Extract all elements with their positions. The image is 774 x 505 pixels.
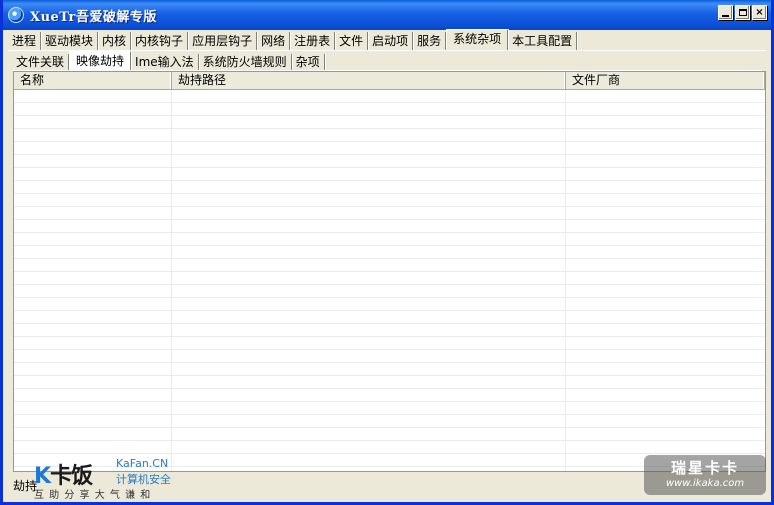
tab-registry[interactable]: 注册表 bbox=[290, 32, 336, 50]
tab-app-hooks[interactable]: 应用层钩子 bbox=[188, 32, 258, 50]
kafan-subtitle: 计算机安全 bbox=[116, 473, 171, 486]
close-icon: × bbox=[755, 7, 764, 18]
kafan-watermark: K卡饭 KaFan.CN 计算机安全 互 助 分 享 大 气 谦 和 bbox=[30, 456, 180, 501]
sub-tab-bar: 文件关联 映像劫持 Ime输入法 系统防火墙规则 杂项 bbox=[12, 51, 325, 70]
minimize-icon bbox=[722, 14, 729, 17]
column-header-name[interactable]: 名称 bbox=[14, 72, 172, 89]
tab-network[interactable]: 网络 bbox=[257, 32, 291, 50]
tab-tool-config[interactable]: 本工具配置 bbox=[508, 32, 578, 50]
app-window: XueTr吾爱破解专版 × 进程 驱动模块 内核 内核钩子 应用层钩子 网络 注… bbox=[0, 0, 774, 505]
minimize-button[interactable] bbox=[718, 5, 733, 20]
tab-system-misc[interactable]: 系统杂项 bbox=[446, 29, 509, 50]
subtab-misc[interactable]: 杂项 bbox=[292, 54, 325, 70]
title-bar[interactable]: XueTr吾爱破解专版 × bbox=[3, 0, 771, 30]
window-title: XueTr吾爱破解专版 bbox=[30, 9, 157, 25]
subtab-file-associations[interactable]: 文件关联 bbox=[12, 54, 70, 70]
ikaka-watermark: 瑞星卡卡 www.ikaka.com bbox=[644, 455, 766, 495]
subtab-ime[interactable]: Ime输入法 bbox=[131, 54, 199, 70]
column-header-hijack-path[interactable]: 劫持路径 bbox=[172, 72, 566, 89]
column-header-vendor[interactable]: 文件厂商 bbox=[566, 72, 765, 89]
main-tab-bar: 进程 驱动模块 内核 内核钩子 应用层钩子 网络 注册表 文件 启动项 服务 系… bbox=[8, 29, 578, 50]
tab-files[interactable]: 文件 bbox=[335, 32, 369, 50]
subtab-image-hijack[interactable]: 映像劫持 bbox=[69, 51, 132, 70]
column-gridline bbox=[171, 90, 172, 471]
close-button[interactable]: × bbox=[752, 5, 767, 20]
maximize-button[interactable] bbox=[735, 5, 750, 20]
tab-startup[interactable]: 启动项 bbox=[368, 32, 414, 50]
list-body[interactable] bbox=[14, 90, 765, 471]
kafan-site: KaFan.CN bbox=[116, 457, 169, 470]
tab-driver-modules[interactable]: 驱动模块 bbox=[41, 32, 99, 50]
app-icon[interactable] bbox=[8, 7, 24, 23]
hijack-list[interactable]: 名称 劫持路径 文件厂商 bbox=[13, 71, 766, 472]
ikaka-url: www.ikaka.com bbox=[665, 478, 745, 489]
tab-services[interactable]: 服务 bbox=[413, 32, 447, 50]
subtab-firewall-rules[interactable]: 系统防火墙规则 bbox=[199, 54, 292, 70]
list-header: 名称 劫持路径 文件厂商 bbox=[14, 72, 765, 90]
tab-kernel-hooks[interactable]: 内核钩子 bbox=[131, 32, 189, 50]
kafan-slogan: 互 助 分 享 大 气 谦 和 bbox=[34, 490, 151, 501]
column-gridline bbox=[565, 90, 566, 471]
maximize-icon bbox=[738, 9, 747, 16]
caption-buttons: × bbox=[718, 5, 767, 20]
tab-process[interactable]: 进程 bbox=[8, 32, 42, 50]
tab-kernel[interactable]: 内核 bbox=[98, 32, 132, 50]
ikaka-title: 瑞星卡卡 bbox=[670, 459, 739, 477]
